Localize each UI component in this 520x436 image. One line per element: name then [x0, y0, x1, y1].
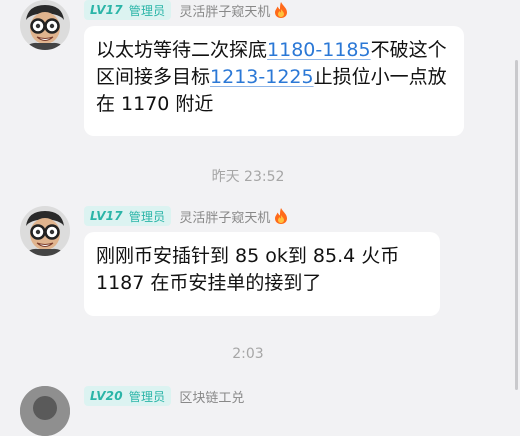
message-1: LV17 管理员 灵活胖子窥天机 以太坊等待二次探底1180-1185不破这个区…: [20, 0, 500, 140]
level-badge: LV17 管理员: [84, 206, 172, 226]
timestamp: 2:03: [232, 346, 264, 362]
message-bubble: 以太坊等待二次探底1180-1185不破这个区间接多目标1213-1225止损位…: [84, 26, 464, 136]
fire-icon: [275, 208, 288, 224]
username[interactable]: 灵活胖子窥天机: [179, 1, 270, 20]
avatar[interactable]: [20, 206, 70, 256]
message-meta: LV20 管理员 区块链工兑: [84, 386, 244, 406]
scrollbar[interactable]: [515, 60, 518, 390]
fire-icon: [275, 2, 288, 18]
level-label: LV17: [90, 3, 123, 17]
message-3: LV20 管理员 区块链工兑: [20, 386, 500, 436]
role-label: 管理员: [128, 389, 166, 404]
price-link[interactable]: 1213-1225: [210, 66, 314, 88]
message-bubble: 刚刚币安插针到 85 ok到 85.4 火币 1187 在币安挂单的接到了: [84, 232, 440, 316]
message-meta: LV17 管理员 灵活胖子窥天机: [84, 206, 288, 226]
role-label: 管理员: [128, 209, 166, 224]
price-link[interactable]: 1180-1185: [267, 39, 371, 61]
level-label: LV17: [90, 209, 123, 223]
username[interactable]: 灵活胖子窥天机: [179, 207, 270, 226]
level-label: LV20: [90, 389, 123, 403]
role-label: 管理员: [128, 3, 166, 18]
message-text: 刚刚币安插针到 85 ok到 85.4 火币 1187 在币安挂单的接到了: [96, 245, 400, 294]
message-2: LV17 管理员 灵活胖子窥天机 刚刚币安插针到 85 ok到 85.4 火币 …: [20, 206, 500, 326]
message-meta: LV17 管理员 灵活胖子窥天机: [84, 0, 288, 20]
avatar[interactable]: [20, 386, 70, 436]
timestamp: 昨天 23:52: [211, 169, 285, 185]
level-badge: LV20 管理员: [84, 386, 172, 406]
level-badge: LV17 管理员: [84, 0, 172, 20]
message-text: 以太坊等待二次探底: [96, 39, 268, 61]
avatar[interactable]: [20, 0, 70, 50]
username[interactable]: 区块链工兑: [179, 387, 244, 406]
